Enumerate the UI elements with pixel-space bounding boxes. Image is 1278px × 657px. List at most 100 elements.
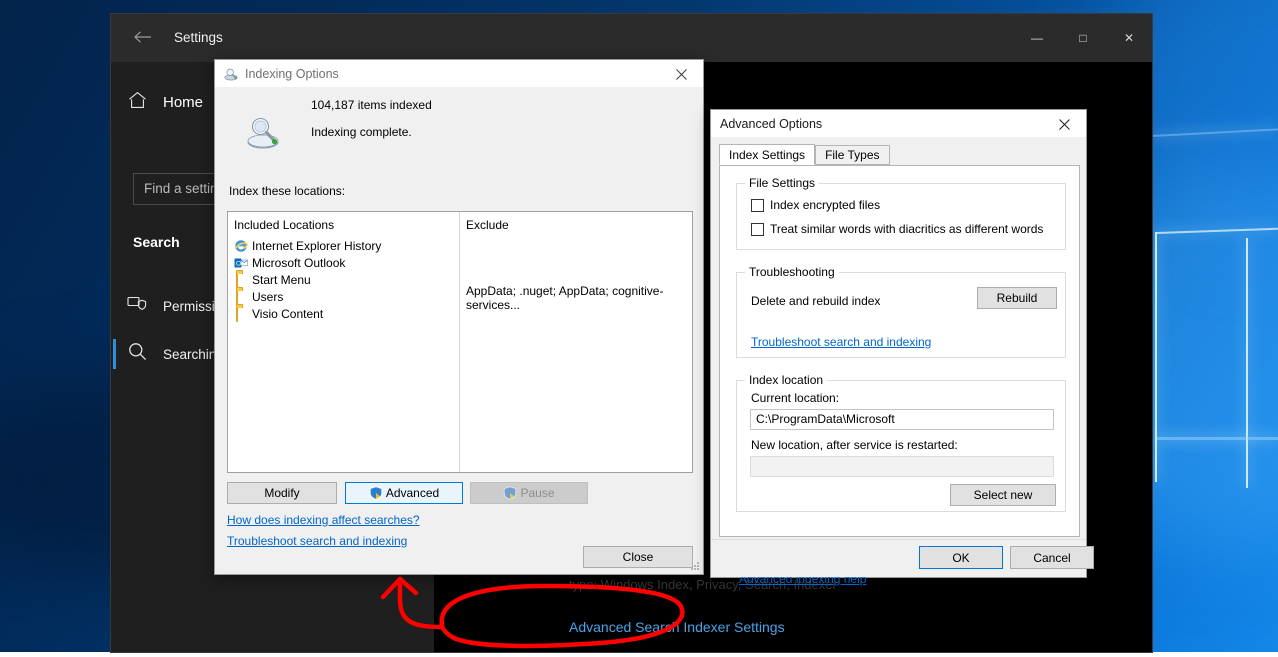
close-icon[interactable] (659, 60, 703, 88)
settings-window-title: Settings (174, 26, 223, 50)
modify-button[interactable]: Modify (227, 482, 337, 504)
minimize-button[interactable]: — (1014, 14, 1060, 62)
outlook-icon: O (234, 256, 248, 270)
close-button[interactable]: ✕ (1106, 14, 1152, 62)
indexing-status-label: Indexing complete. (311, 125, 412, 139)
tab-label: Index Settings (729, 148, 805, 162)
list-item[interactable]: Users (234, 288, 283, 305)
file-settings-group: File Settings Index encrypted files Trea… (736, 183, 1066, 250)
sidebar-item-label: Home (163, 94, 203, 111)
group-title: Index location (745, 373, 827, 387)
delete-and-rebuild-index-label: Delete and rebuild index (751, 294, 880, 308)
new-location-label: New location, after service is restarted… (751, 438, 958, 452)
uac-shield-icon (369, 486, 383, 500)
group-title: Troubleshooting (745, 265, 839, 279)
modify-button-label: Modify (264, 486, 299, 500)
indexing-options-icon (224, 67, 238, 81)
window-controls: — □ ✕ (1014, 14, 1152, 62)
exclude-value: AppData; .nuget; AppData; cognitive-serv… (466, 284, 692, 312)
list-item-label: Visio Content (252, 307, 323, 321)
checkbox-index-encrypted-files[interactable]: Index encrypted files (751, 198, 880, 212)
select-new-button[interactable]: Select new (950, 484, 1056, 506)
index-locations-listbox[interactable]: Included Locations Internet Explorer His… (227, 211, 693, 473)
indexing-options-title: Indexing Options (245, 67, 339, 81)
list-item-label: Internet Explorer History (252, 239, 381, 253)
indexer-status-icon (243, 112, 283, 152)
tab-index-settings[interactable]: Index Settings (719, 144, 815, 165)
index-locations-label: Index these locations: (229, 184, 345, 198)
advanced-search-indexer-settings-link[interactable]: Advanced Search Indexer Settings (569, 619, 785, 635)
resize-grip[interactable] (689, 560, 700, 571)
checkbox-box (751, 199, 764, 212)
ok-button[interactable]: OK (919, 546, 1003, 569)
wallpaper-logo-edge (1155, 232, 1157, 482)
close-icon[interactable] (1042, 110, 1086, 138)
folder-icon (234, 273, 248, 287)
list-item[interactable]: Visio Content (234, 305, 323, 322)
exclude-column: Exclude AppData; .nuget; AppData; cognit… (460, 212, 692, 472)
troubleshooting-group: Troubleshooting Delete and rebuild index… (736, 272, 1066, 358)
ok-button-label: OK (952, 551, 969, 565)
wallpaper-logo-edge (1246, 238, 1248, 488)
indexing-options-titlebar: Indexing Options (215, 60, 703, 88)
indexing-options-dialog: Indexing Options 104,187 items indexed I… (214, 59, 704, 575)
list-item[interactable]: O Microsoft Outlook (234, 254, 345, 271)
new-location-input[interactable] (750, 456, 1054, 477)
how-does-indexing-affect-searches-link[interactable]: How does indexing affect searches? (227, 513, 420, 527)
advanced-button-label: Advanced (386, 486, 439, 500)
uac-shield-icon (503, 486, 517, 500)
advanced-button[interactable]: Advanced (345, 482, 463, 504)
pause-button: Pause (470, 482, 588, 504)
advanced-options-title: Advanced Options (720, 117, 822, 131)
cancel-button[interactable]: Cancel (1010, 546, 1094, 569)
column-header-included: Included Locations (234, 218, 334, 232)
back-arrow-icon[interactable] (128, 26, 158, 52)
tab-label: File Types (825, 148, 879, 162)
close-button-label: Close (623, 550, 654, 564)
current-location-input[interactable]: C:\ProgramData\Microsoft (750, 409, 1054, 430)
advanced-options-tabs: Index Settings File Types (719, 145, 1080, 165)
advanced-options-dialog: Advanced Options Index Settings File Typ… (710, 109, 1087, 578)
items-indexed-label: 104,187 items indexed (311, 98, 432, 112)
troubleshoot-search-and-indexing-link[interactable]: Troubleshoot search and indexing (751, 335, 931, 349)
current-location-label: Current location: (751, 391, 839, 405)
checkbox-label: Treat similar words with diacritics as d… (770, 222, 1043, 236)
column-header-exclude: Exclude (466, 218, 509, 232)
index-settings-panel: File Settings Index encrypted files Trea… (719, 165, 1080, 537)
cancel-button-label: Cancel (1033, 551, 1070, 565)
folder-icon (234, 290, 248, 304)
folder-icon (234, 307, 248, 321)
search-magnifier-icon (111, 342, 163, 366)
close-button[interactable]: Close (583, 546, 693, 568)
tab-file-types[interactable]: File Types (815, 145, 889, 165)
troubleshoot-search-and-indexing-link[interactable]: Troubleshoot search and indexing (227, 534, 407, 548)
list-item-label: Users (252, 290, 283, 304)
wallpaper-logo-edge (1157, 437, 1278, 440)
pause-button-label: Pause (520, 486, 554, 500)
home-icon (111, 91, 163, 114)
internet-explorer-icon (234, 239, 248, 253)
advanced-options-footer: OK Cancel (711, 539, 1086, 577)
group-title: File Settings (745, 176, 819, 190)
index-location-group: Index location Current location: C:\Prog… (736, 380, 1066, 512)
active-indicator (113, 339, 116, 369)
list-item[interactable]: Internet Explorer History (234, 237, 381, 254)
checkbox-label: Index encrypted files (770, 198, 880, 212)
maximize-button[interactable]: □ (1060, 14, 1106, 62)
permissions-shield-icon (111, 295, 163, 317)
svg-text:O: O (236, 260, 241, 267)
wallpaper-logo-edge (1157, 228, 1278, 234)
included-locations-column: Included Locations Internet Explorer His… (228, 212, 460, 472)
list-item[interactable]: Start Menu (234, 271, 311, 288)
rebuild-button[interactable]: Rebuild (977, 287, 1057, 309)
checkbox-treat-diacritics[interactable]: Treat similar words with diacritics as d… (751, 222, 1043, 236)
advanced-options-titlebar: Advanced Options (711, 110, 1086, 138)
list-item-label: Microsoft Outlook (252, 256, 345, 270)
list-item-label: Start Menu (252, 273, 311, 287)
rebuild-button-label: Rebuild (997, 291, 1038, 305)
settings-titlebar: Settings (111, 14, 434, 62)
sidebar-section-heading: Search (133, 234, 180, 250)
checkbox-box (751, 223, 764, 236)
select-new-button-label: Select new (974, 488, 1033, 502)
wallpaper-logo-edge (1152, 128, 1278, 137)
